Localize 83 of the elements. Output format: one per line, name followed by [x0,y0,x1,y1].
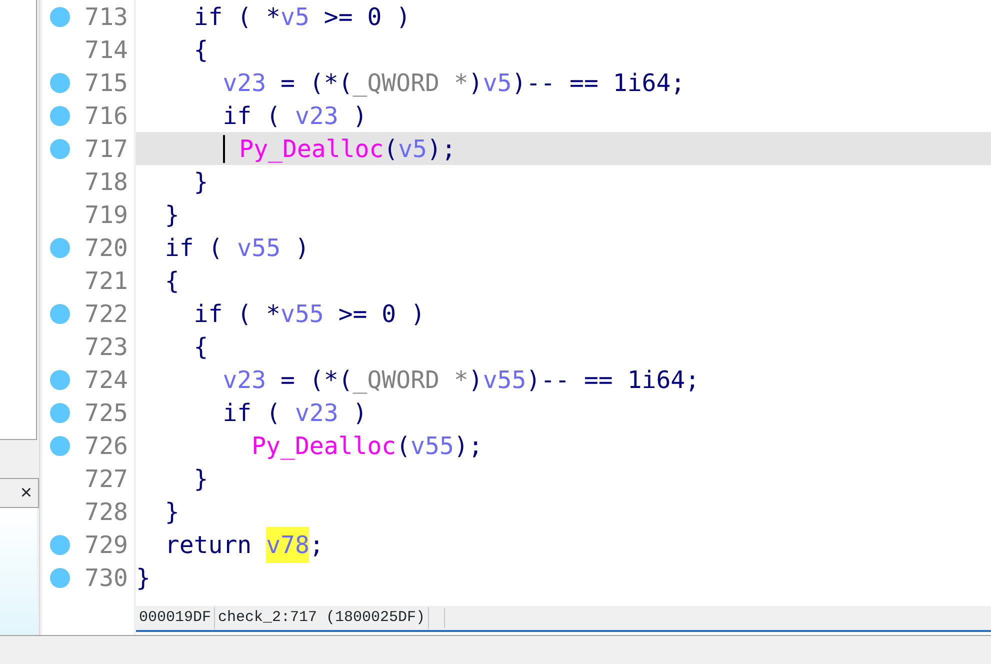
code-token: ( [384,134,398,164]
code-token: if [194,2,223,32]
line-number: 713 [84,2,128,32]
line-number: 727 [84,464,128,494]
code-token: { [194,34,208,66]
code-token: v23 [222,364,266,396]
breakpoint-dot-icon[interactable] [50,304,70,324]
breakpoint-dot-icon[interactable] [50,72,70,92]
code-token: Py_Dealloc [239,134,384,165]
code-token: _QWORD * [352,364,468,396]
highlighted-code-token: v78 [266,526,310,562]
line-number: 720 [84,232,128,264]
code-token: } [164,200,180,230]
code-token: return [164,530,252,560]
code-token: ( * [237,2,281,32]
line-number: 717 [84,134,128,164]
line-number: 718 [84,166,128,198]
code-token: if [194,298,223,330]
breakpoint-dot-icon[interactable] [50,436,70,456]
breakpoint-dot-icon[interactable] [50,568,70,588]
breakpoint-dot-icon[interactable] [50,106,70,126]
code-token: )-- == 1i64; [512,68,686,98]
line-number: 724 [84,364,128,396]
code-token: } [164,496,180,528]
code-token: ( * [237,298,281,330]
breakpoint-dot-icon[interactable] [50,6,70,26]
breakpoint-dot-icon[interactable] [50,534,70,554]
breakpoint-dot-icon[interactable] [50,402,70,422]
line-number: 729 [84,530,128,560]
code-token: ) [468,364,483,396]
code-token: if [222,100,252,132]
code-token: v23 [222,68,266,98]
code-token: ); [427,134,456,164]
line-number: 721 [84,266,128,296]
code-token: v55 [410,430,454,462]
line-number: 715 [84,68,128,98]
code-token: if [222,398,252,428]
line-number: 730 [84,562,128,594]
code-token: )-- == 1i64; [526,364,700,396]
code-token: v23 [294,100,338,132]
code-token: } [136,562,150,594]
line-number: 719 [84,200,128,230]
code-token: >= 0 ) [324,2,411,32]
breakpoint-dot-icon[interactable] [50,238,70,258]
line-number: 726 [84,430,128,462]
line-number: 723 [84,332,128,362]
code-token: v55 [482,364,526,396]
code-token: if [164,232,194,264]
code-token: v55 [280,298,324,330]
code-token: ); [454,430,483,462]
code-token: = (*( [280,68,353,96]
code-token: ) [352,398,368,428]
status-text: 000019DF [136,606,216,630]
breakpoint-dot-icon[interactable] [50,370,70,390]
code-token: v55 [237,232,281,264]
line-number: 722 [84,298,128,330]
code-token: ( [396,430,411,462]
line-number: 725 [84,398,128,428]
code-token: ( [266,398,281,428]
status-text: check_2:717 (1800025DF) [215,606,430,630]
code-token: } [194,464,208,494]
code-token: ) [352,100,368,132]
breakpoint-dot-icon[interactable] [50,138,70,158]
code-token: Py_Dealloc [252,430,396,462]
code-token: = (*( [280,364,353,394]
code-token: v5 [280,2,310,32]
code-token: ( [266,100,281,132]
code-token: { [194,332,208,362]
code-token: { [164,266,180,296]
line-number: 714 [84,34,128,66]
code-token: _QWORD * [352,68,468,99]
code-token: v5 [482,68,512,98]
code-token: ) [294,232,310,264]
line-number: 716 [84,100,128,132]
code-token: ( [208,232,223,264]
text-cursor [222,134,225,162]
code-token: } [194,166,208,198]
code-token: ) [468,68,483,98]
code-token: v5 [398,134,428,164]
line-number: 728 [84,496,128,528]
code-token: >= 0 ) [338,298,426,330]
code-token: ; [309,530,324,560]
code-token: v23 [294,398,338,428]
